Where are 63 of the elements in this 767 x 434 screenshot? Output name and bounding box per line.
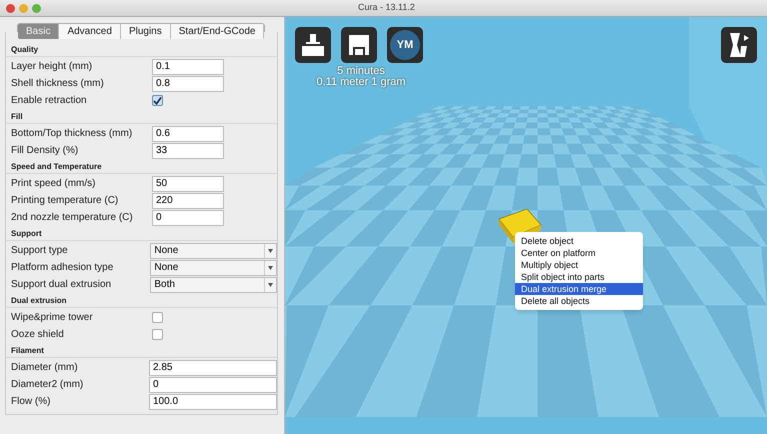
view-mode-button[interactable] [721, 27, 757, 63]
checkbox[interactable] [152, 95, 163, 106]
setting-label: Support dual extrusion [11, 278, 112, 292]
input-field[interactable]: 100.0 [149, 394, 277, 410]
close-window-button[interactable] [6, 4, 15, 12]
menu-item[interactable]: Split object into parts [515, 271, 643, 283]
zoom-window-button[interactable] [32, 4, 41, 12]
section-header: Speed and Temperature [6, 159, 277, 174]
load-icon [301, 34, 325, 56]
input-field[interactable]: 50 [152, 176, 224, 192]
caret-icon [268, 266, 273, 270]
setting-label: Ooze shield [11, 328, 65, 342]
menu-item[interactable]: Center on platform [515, 247, 643, 259]
setting-label: 2nd nozzle temperature (C) [11, 211, 134, 225]
checkbox[interactable] [152, 329, 163, 340]
input-field[interactable]: 0 [149, 376, 277, 392]
tab[interactable]: Plugins [120, 24, 171, 39]
dropdown[interactable]: None [150, 242, 277, 258]
setting-label: Flow (%) [11, 395, 52, 409]
save-button[interactable] [341, 27, 377, 63]
setting-label: Print speed (mm/s) [11, 177, 96, 191]
layers-icon [727, 32, 751, 58]
setting-label: Diameter (mm) [11, 361, 79, 375]
section-header: Quality [6, 42, 277, 57]
setting-label: Platform adhesion type [11, 261, 114, 275]
setting-label: Wipe&prime tower [11, 311, 94, 325]
setting-label: Diameter2 (mm) [11, 378, 84, 392]
checkmark-icon [153, 96, 162, 106]
input-field[interactable]: 2.85 [149, 360, 277, 376]
print-info-text: 5 minutes [337, 66, 385, 77]
3d-viewport[interactable]: YM 5 minutes 0.11 meter 1 gram Delete object Center on platform Multiply object Split object into parts Dual extrusion merge Delete all objects [285, 17, 767, 434]
checkbox[interactable] [152, 312, 163, 323]
menu-item[interactable]: Delete all objects [515, 295, 643, 307]
save-icon [348, 34, 370, 56]
dropdown[interactable]: Both [150, 276, 277, 292]
dropdown[interactable]: None [150, 260, 277, 276]
menu-item[interactable]: Multiply object [515, 259, 643, 271]
input-field[interactable]: 220 [152, 192, 224, 208]
section-header: Support [6, 226, 277, 241]
print-info-text: 0.11 meter 1 gram [316, 77, 406, 88]
section-header: Filament [6, 343, 277, 358]
menu-item[interactable]: Dual extrusion merge [515, 283, 643, 295]
setting-label: Support type [11, 244, 69, 258]
section-header: Dual extrusion [6, 293, 277, 308]
caret-icon [268, 282, 273, 286]
caret-icon [268, 248, 273, 252]
load-model-button[interactable] [295, 27, 331, 63]
input-field[interactable]: 0.6 [152, 126, 224, 142]
section-header: Fill [6, 109, 277, 124]
setting-label: Printing temperature (C) [11, 194, 120, 208]
tab[interactable]: Start/End-GCode [170, 24, 264, 39]
input-field[interactable]: 33 [152, 142, 224, 158]
window-title: Cura - 13.11.2 [358, 1, 415, 14]
setting-label: Fill Density (%) [11, 144, 80, 158]
setting-label: Layer height (mm) [11, 60, 94, 74]
setting-label: Shell thickness (mm) [11, 77, 105, 91]
tab[interactable]: Advanced [59, 24, 121, 39]
input-field[interactable]: 0.8 [152, 76, 224, 92]
input-field[interactable]: 0.1 [152, 58, 224, 74]
setting-label: Enable retraction [11, 94, 88, 108]
setting-label: Bottom/Top thickness (mm) [11, 127, 134, 141]
menu-item[interactable]: Delete object [515, 235, 643, 247]
input-field[interactable]: 0 [152, 210, 224, 226]
